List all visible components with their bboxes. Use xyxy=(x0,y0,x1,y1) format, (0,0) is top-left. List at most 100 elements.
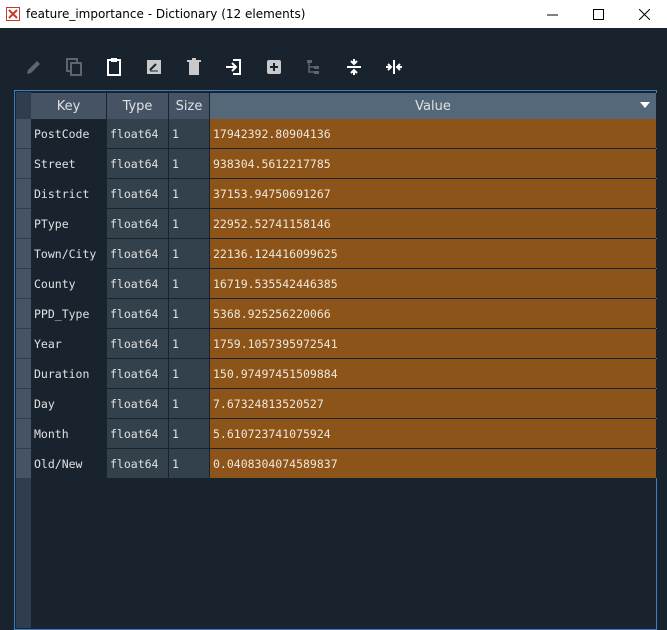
tree-icon xyxy=(307,60,319,74)
type-cell[interactable]: float64 xyxy=(107,389,169,418)
size-cell[interactable]: 1 xyxy=(169,239,210,268)
table-row[interactable]: County float64 1 16719.535542446385 xyxy=(16,269,657,299)
key-cell[interactable]: PostCode xyxy=(31,119,107,148)
insert-icon xyxy=(226,59,241,75)
row-header[interactable] xyxy=(16,419,31,448)
value-cell[interactable]: 7.67324813520527 xyxy=(210,389,657,418)
copy-button[interactable] xyxy=(54,52,94,82)
insert-button[interactable] xyxy=(214,52,254,82)
table-row[interactable]: Duration float64 1 150.97497451509884 xyxy=(16,359,657,389)
type-cell[interactable]: float64 xyxy=(107,119,169,148)
value-cell[interactable]: 0.0408304074589837 xyxy=(210,449,657,478)
rename-button[interactable] xyxy=(134,52,174,82)
key-cell[interactable]: PPD_Type xyxy=(31,299,107,328)
value-cell[interactable]: 17942392.80904136 xyxy=(210,119,657,148)
row-header[interactable] xyxy=(16,389,31,418)
key-cell[interactable]: Street xyxy=(31,149,107,178)
dictionary-table[interactable]: Key Type Size Value PostCode float64 1 1794… xyxy=(14,90,657,630)
table-row[interactable]: Month float64 1 5.610723741075924 xyxy=(16,419,657,449)
size-cell[interactable]: 1 xyxy=(169,359,210,388)
value-cell[interactable]: 938304.5612217785 xyxy=(210,149,657,178)
key-cell[interactable]: Town/City xyxy=(31,239,107,268)
column-header-type[interactable]: Type xyxy=(107,93,169,119)
sort-indicator-icon[interactable] xyxy=(640,102,650,108)
key-cell[interactable]: Year xyxy=(31,329,107,358)
value-cell[interactable]: 150.97497451509884 xyxy=(210,359,657,388)
row-header[interactable] xyxy=(16,269,31,298)
type-cell[interactable]: float64 xyxy=(107,329,169,358)
paste-icon xyxy=(107,58,121,76)
value-cell[interactable]: 1759.1057395972541 xyxy=(210,329,657,358)
row-header[interactable] xyxy=(16,179,31,208)
table-row[interactable]: Street float64 1 938304.5612217785 xyxy=(16,149,657,179)
size-cell[interactable]: 1 xyxy=(169,419,210,448)
table-row[interactable]: District float64 1 37153.94750691267 xyxy=(16,179,657,209)
collapse-button[interactable] xyxy=(334,52,374,82)
value-cell[interactable]: 37153.94750691267 xyxy=(210,179,657,208)
type-cell[interactable]: float64 xyxy=(107,149,169,178)
size-cell[interactable]: 1 xyxy=(169,209,210,238)
size-cell[interactable]: 1 xyxy=(169,449,210,478)
value-cell[interactable]: 5368.925256220066 xyxy=(210,299,657,328)
maximize-button[interactable] xyxy=(575,0,621,28)
size-cell[interactable]: 1 xyxy=(169,389,210,418)
value-cell[interactable]: 22952.52741158146 xyxy=(210,209,657,238)
row-header[interactable] xyxy=(16,359,31,388)
row-header[interactable] xyxy=(16,449,31,478)
table-row[interactable]: Day float64 1 7.67324813520527 xyxy=(16,389,657,419)
row-header[interactable] xyxy=(16,209,31,238)
size-cell[interactable]: 1 xyxy=(169,149,210,178)
key-cell[interactable]: District xyxy=(31,179,107,208)
add-button[interactable] xyxy=(254,52,294,82)
table-row[interactable]: Old/New float64 1 0.0408304074589837 xyxy=(16,449,657,479)
tree-button[interactable] xyxy=(294,52,334,82)
key-cell[interactable]: Old/New xyxy=(31,449,107,478)
row-header[interactable] xyxy=(16,149,31,178)
table-row[interactable]: PostCode float64 1 17942392.80904136 xyxy=(16,119,657,149)
type-cell[interactable]: float64 xyxy=(107,209,169,238)
expand-button[interactable] xyxy=(374,52,414,82)
key-cell[interactable]: Month xyxy=(31,419,107,448)
delete-icon xyxy=(187,58,201,75)
value-cell[interactable]: 22136.124416099625 xyxy=(210,239,657,268)
add-icon xyxy=(267,60,281,74)
column-header-key[interactable]: Key xyxy=(31,93,107,119)
key-cell[interactable]: Duration xyxy=(31,359,107,388)
size-cell[interactable]: 1 xyxy=(169,329,210,358)
rename-icon xyxy=(147,60,161,74)
minimize-button[interactable] xyxy=(529,0,575,28)
edit-button[interactable] xyxy=(14,52,54,82)
row-header[interactable] xyxy=(16,329,31,358)
row-header[interactable] xyxy=(16,239,31,268)
table-row[interactable]: PPD_Type float64 1 5368.925256220066 xyxy=(16,299,657,329)
type-cell[interactable]: float64 xyxy=(107,179,169,208)
type-cell[interactable]: float64 xyxy=(107,239,169,268)
type-cell[interactable]: float64 xyxy=(107,269,169,298)
value-cell[interactable]: 16719.535542446385 xyxy=(210,269,657,298)
column-header-value[interactable]: Value xyxy=(210,93,657,119)
size-cell[interactable]: 1 xyxy=(169,179,210,208)
app-icon xyxy=(6,7,20,21)
key-cell[interactable]: PType xyxy=(31,209,107,238)
row-header[interactable] xyxy=(16,119,31,148)
delete-button[interactable] xyxy=(174,52,214,82)
size-cell[interactable]: 1 xyxy=(169,119,210,148)
paste-button[interactable] xyxy=(94,52,134,82)
type-cell[interactable]: float64 xyxy=(107,359,169,388)
table-row[interactable]: Town/City float64 1 22136.124416099625 xyxy=(16,239,657,269)
type-cell[interactable]: float64 xyxy=(107,449,169,478)
type-cell[interactable]: float64 xyxy=(107,419,169,448)
size-cell[interactable]: 1 xyxy=(169,269,210,298)
key-cell[interactable]: County xyxy=(31,269,107,298)
expand-icon xyxy=(386,60,402,74)
column-header-size[interactable]: Size xyxy=(169,93,210,119)
title-bar: feature_importance - Dictionary (12 elem… xyxy=(0,0,667,28)
value-cell[interactable]: 5.610723741075924 xyxy=(210,419,657,448)
table-row[interactable]: Year float64 1 1759.1057395972541 xyxy=(16,329,657,359)
close-button[interactable] xyxy=(621,0,667,28)
table-row[interactable]: PType float64 1 22952.52741158146 xyxy=(16,209,657,239)
type-cell[interactable]: float64 xyxy=(107,299,169,328)
size-cell[interactable]: 1 xyxy=(169,299,210,328)
row-header[interactable] xyxy=(16,299,31,328)
key-cell[interactable]: Day xyxy=(31,389,107,418)
